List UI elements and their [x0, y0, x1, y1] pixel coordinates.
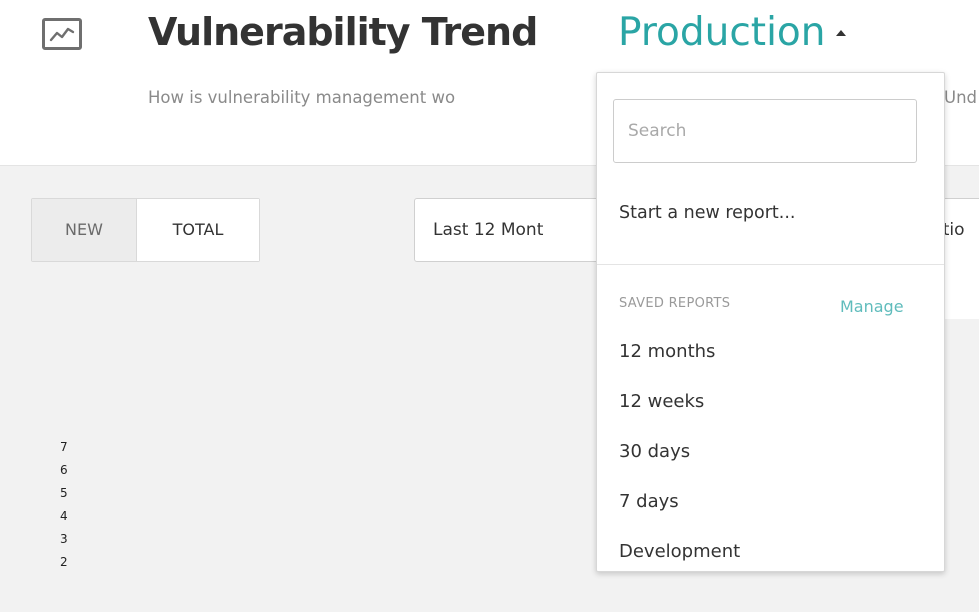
dropdown-divider — [597, 264, 944, 265]
saved-report-item[interactable]: 30 days — [619, 437, 740, 487]
manage-link[interactable]: Manage — [840, 297, 904, 316]
report-name[interactable]: Production — [618, 10, 826, 55]
date-range-value: Last 12 Mont — [433, 220, 544, 240]
new-toggle-button[interactable]: NEW — [32, 199, 137, 261]
saved-report-item[interactable]: 12 weeks — [619, 387, 740, 437]
date-range-select[interactable]: Last 12 Mont — [414, 198, 616, 262]
trend-chart-icon — [42, 18, 82, 50]
new-total-toggle: NEW TOTAL — [31, 198, 260, 262]
saved-report-item[interactable]: 7 days — [619, 487, 740, 537]
saved-reports-list: 12 months 12 weeks 30 days 7 days Develo… — [619, 337, 740, 587]
y-tick-label: 6 — [60, 463, 68, 477]
report-selector[interactable]: Production — [618, 10, 846, 55]
y-tick-label: 4 — [60, 509, 68, 523]
y-tick-label: 3 — [60, 532, 68, 546]
page-title: Vulnerability Trend — [148, 10, 538, 54]
caret-up-icon[interactable] — [835, 29, 846, 36]
page-subtitle: How is vulnerability management wo — [148, 88, 456, 107]
saved-reports-heading: SAVED REPORTS — [619, 296, 731, 311]
report-dropdown-menu: Start a new report... SAVED REPORTS Mana… — [596, 72, 945, 572]
saved-report-item[interactable]: Development — [619, 537, 740, 587]
page-subtitle-tail: Und — [944, 88, 978, 107]
y-tick-label: 7 — [60, 440, 68, 454]
chart-y-axis: 7 6 5 4 3 2 — [60, 436, 80, 574]
saved-report-item[interactable]: 12 months — [619, 337, 740, 387]
y-tick-label: 2 — [60, 555, 68, 569]
start-new-report-item[interactable]: Start a new report... — [619, 203, 795, 223]
y-tick-label: 5 — [60, 486, 68, 500]
report-search-input[interactable] — [613, 99, 917, 163]
total-toggle-button[interactable]: TOTAL — [137, 199, 259, 261]
